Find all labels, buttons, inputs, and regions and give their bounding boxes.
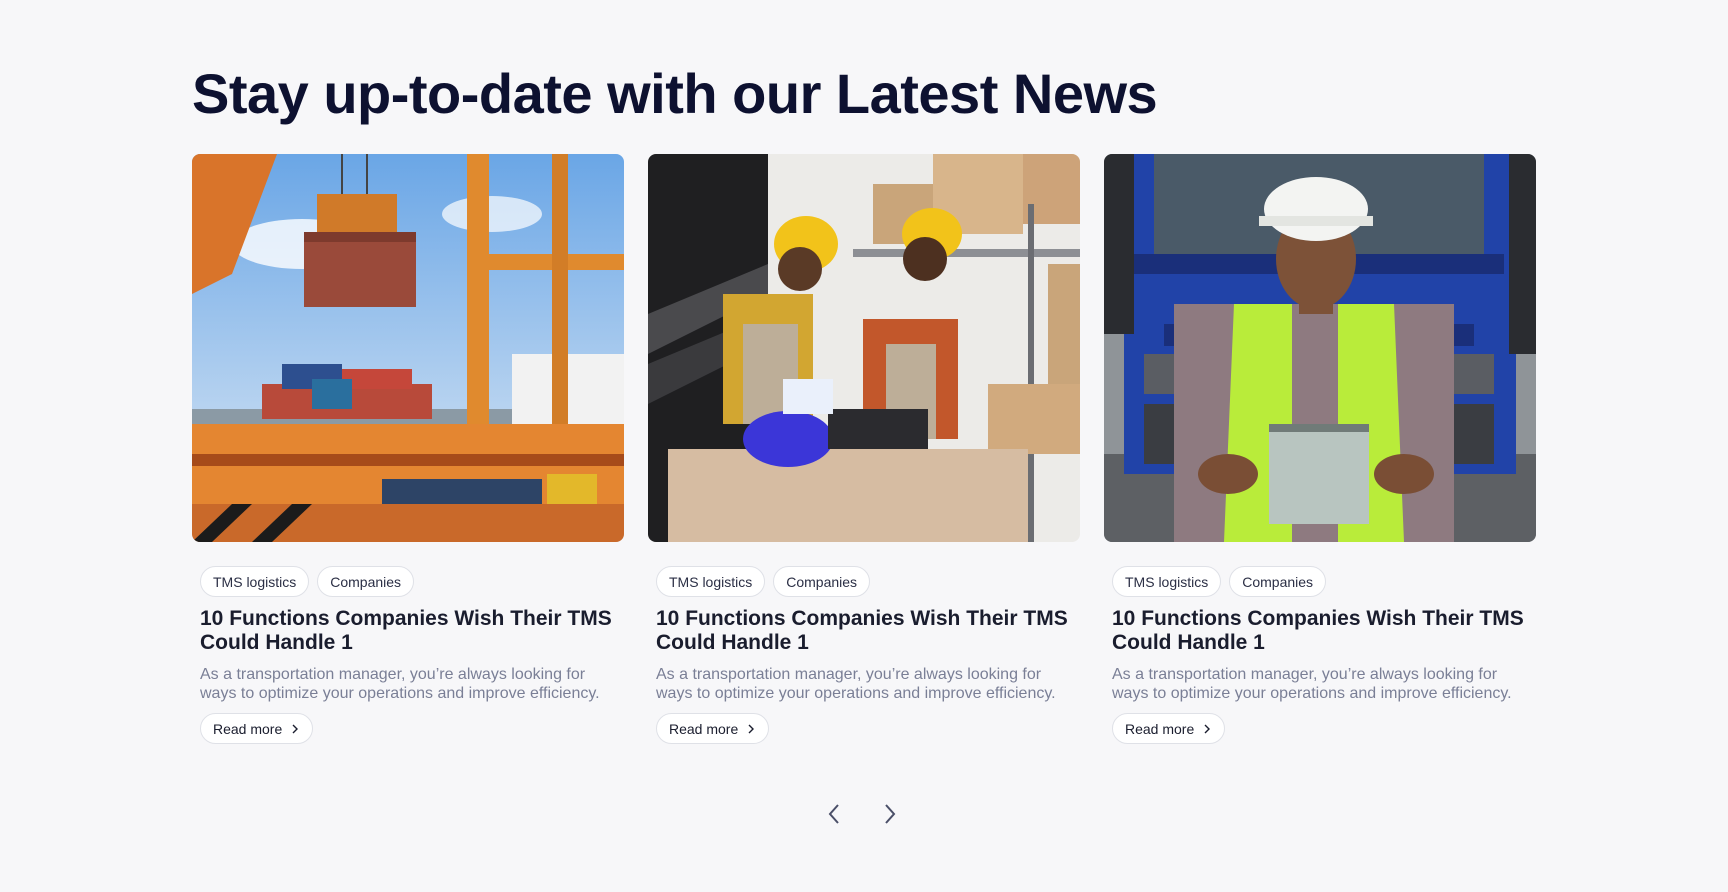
card-title[interactable]: 10 Functions Companies Wish Their TMS Co… <box>200 607 616 655</box>
read-more-label: Read more <box>213 720 283 737</box>
chevron-right-icon <box>748 724 755 733</box>
carousel-next-button[interactable] <box>878 800 902 828</box>
news-card: TMS logistics Companies 10 Functions Com… <box>192 154 624 744</box>
tag-tms-logistics[interactable]: TMS logistics <box>1112 566 1222 597</box>
tag-list: TMS logistics Companies <box>200 566 616 597</box>
chevron-right-icon <box>1204 724 1211 733</box>
read-more-button[interactable]: Read more <box>200 713 314 744</box>
card-title[interactable]: 10 Functions Companies Wish Their TMS Co… <box>1112 607 1528 655</box>
chevron-left-icon <box>828 804 839 824</box>
news-section: Stay up-to-date with our Latest News TMS… <box>0 0 1728 892</box>
card-title[interactable]: 10 Functions Companies Wish Their TMS Co… <box>656 607 1072 655</box>
news-card: TMS logistics Companies 10 Functions Com… <box>648 154 1080 744</box>
tag-companies[interactable]: Companies <box>1229 566 1327 597</box>
tag-list: TMS logistics Companies <box>656 566 1072 597</box>
read-more-button[interactable]: Read more <box>1112 713 1226 744</box>
carousel-prev-button[interactable] <box>822 800 846 828</box>
news-card: TMS logistics Companies 10 Functions Com… <box>1104 154 1536 744</box>
card-image-port-crane[interactable] <box>192 154 624 542</box>
card-description: As a transportation manager, you’re alwa… <box>200 666 600 702</box>
chevron-right-icon <box>885 804 896 824</box>
tag-list: TMS logistics Companies <box>1112 566 1528 597</box>
carousel-pager <box>822 800 902 828</box>
news-cards: TMS logistics Companies 10 Functions Com… <box>192 154 1536 744</box>
section-title: Stay up-to-date with our Latest News <box>192 62 1158 125</box>
tag-companies[interactable]: Companies <box>317 566 415 597</box>
read-more-label: Read more <box>1125 720 1195 737</box>
tag-tms-logistics[interactable]: TMS logistics <box>200 566 310 597</box>
card-image-truck-worker[interactable] <box>1104 154 1536 542</box>
card-description: As a transportation manager, you’re alwa… <box>656 666 1056 702</box>
tag-tms-logistics[interactable]: TMS logistics <box>656 566 766 597</box>
card-description: As a transportation manager, you’re alwa… <box>1112 666 1512 702</box>
card-image-warehouse-workers[interactable] <box>648 154 1080 542</box>
read-more-label: Read more <box>669 720 739 737</box>
chevron-right-icon <box>292 724 299 733</box>
tag-companies[interactable]: Companies <box>773 566 871 597</box>
read-more-button[interactable]: Read more <box>656 713 770 744</box>
